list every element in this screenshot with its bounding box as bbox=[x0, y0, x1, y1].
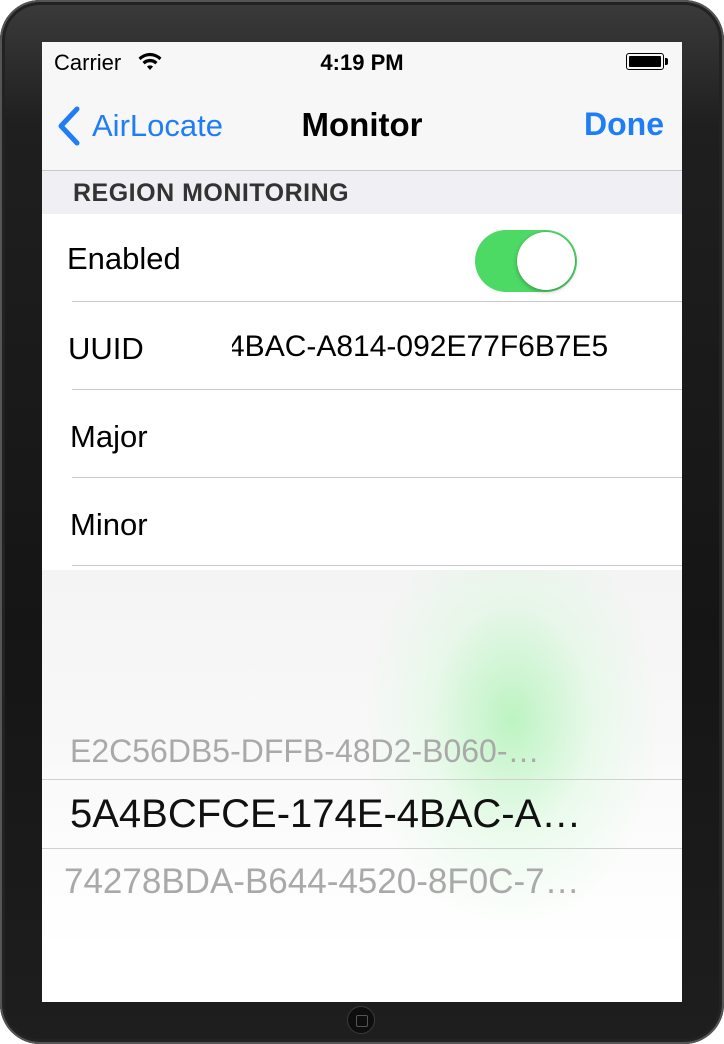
home-square-icon bbox=[356, 1015, 368, 1027]
divider bbox=[72, 565, 682, 566]
picker-selection-line bbox=[42, 848, 682, 849]
uuid-value: 4BAC-A814-092E77F6B7E5 bbox=[232, 330, 609, 363]
section-header: REGION MONITORING bbox=[42, 171, 682, 214]
chevron-left-icon bbox=[56, 106, 82, 146]
enabled-label: Enabled bbox=[67, 241, 181, 276]
major-cell[interactable]: Major bbox=[42, 390, 682, 478]
device-frame: Carrier 4:19 PM AirLocate Monitor Done R… bbox=[0, 0, 724, 1044]
enabled-toggle[interactable] bbox=[475, 230, 577, 292]
back-button-label: AirLocate bbox=[92, 108, 223, 143]
battery-icon bbox=[626, 53, 668, 70]
screen: Carrier 4:19 PM AirLocate Monitor Done R… bbox=[42, 42, 682, 1002]
picker-row-next[interactable]: 74278BDA-B644-4520-8F0C-7… bbox=[64, 862, 674, 902]
minor-label: Minor bbox=[70, 507, 148, 542]
settings-table: Enabled UUID 4BAC-A814-092E77F6B7E5 Majo… bbox=[42, 214, 682, 566]
major-label: Major bbox=[70, 419, 148, 454]
uuid-field[interactable]: 4BAC-A814-092E77F6B7E5 bbox=[232, 330, 672, 364]
picker-row-selected[interactable]: 5A4BCFCE-174E-4BAC-A… bbox=[70, 792, 674, 837]
enabled-cell: Enabled bbox=[42, 214, 682, 302]
toggle-knob bbox=[517, 232, 575, 290]
minor-cell[interactable]: Minor bbox=[42, 478, 682, 566]
done-button[interactable]: Done bbox=[584, 106, 664, 143]
back-button[interactable]: AirLocate bbox=[56, 106, 223, 146]
navigation-bar: AirLocate Monitor Done bbox=[42, 82, 682, 171]
status-time: 4:19 PM bbox=[320, 50, 404, 75]
uuid-label: UUID bbox=[68, 331, 144, 366]
uuid-cell[interactable]: UUID 4BAC-A814-092E77F6B7E5 bbox=[42, 302, 682, 390]
status-bar: Carrier 4:19 PM bbox=[42, 42, 682, 82]
picker-row-previous[interactable]: E2C56DB5-DFFB-48D2-B060-… bbox=[70, 733, 674, 770]
uuid-picker[interactable]: E2C56DB5-DFFB-48D2-B060-… 5A4BCFCE-174E-… bbox=[42, 570, 682, 1002]
picker-selection-line bbox=[42, 779, 682, 780]
section-header-label: REGION MONITORING bbox=[73, 179, 350, 207]
home-button[interactable] bbox=[347, 1006, 375, 1034]
